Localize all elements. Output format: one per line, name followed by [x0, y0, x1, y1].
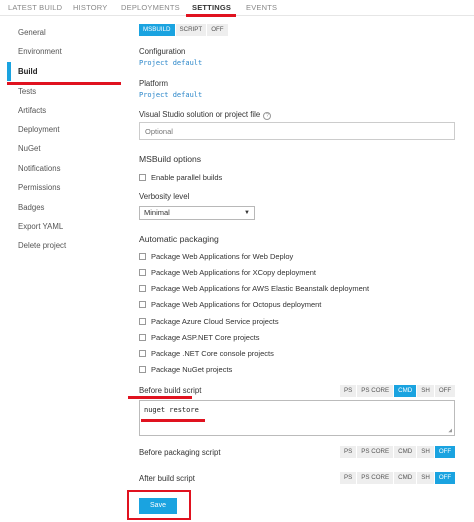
sidebar-item-badges[interactable]: Badges	[18, 203, 44, 212]
sidebar-active-indicator	[7, 62, 11, 81]
build-mode-script[interactable]: SCRIPT	[175, 24, 207, 36]
packaging-option[interactable]: Package .NET Core console projects	[139, 349, 274, 358]
platform-label: Platform	[139, 79, 169, 88]
packaging-option-label: Package ASP.NET Core projects	[151, 333, 260, 342]
packaging-option-label: Package Web Applications for Web Deploy	[151, 252, 294, 261]
packaging-option[interactable]: Package ASP.NET Core projects	[139, 333, 260, 342]
save-button[interactable]: Save	[139, 498, 177, 514]
parallel-builds-option[interactable]: Enable parallel builds	[139, 173, 222, 182]
before-packaging-script-label: Before packaging script	[139, 448, 221, 457]
sidebar-item-artifacts[interactable]: Artifacts	[18, 106, 46, 115]
platform-value[interactable]: Project default	[139, 91, 202, 99]
packaging-checkbox[interactable]	[139, 253, 146, 260]
packaging-option-label: Package Web Applications for XCopy deplo…	[151, 268, 316, 277]
packaging-option-label: Package Azure Cloud Service projects	[151, 317, 279, 326]
configuration-value[interactable]: Project default	[139, 59, 202, 67]
before-packaging-sh[interactable]: SH	[417, 446, 434, 458]
sidebar-item-tests[interactable]: Tests	[18, 87, 36, 96]
automatic-packaging-heading: Automatic packaging	[139, 234, 219, 244]
before-build-label-highlight	[128, 396, 192, 399]
after-build-sh[interactable]: SH	[417, 472, 434, 484]
settings-tab-highlight	[186, 14, 236, 17]
build-mode-off[interactable]: OFF	[207, 24, 228, 36]
sidebar-item-build[interactable]: Build	[18, 67, 38, 76]
msbuild-options-heading: MSBuild options	[139, 154, 202, 164]
question-circle-icon: ?	[263, 112, 272, 120]
verbosity-label: Verbosity level	[139, 192, 190, 201]
before-build-script-selector: PS PS CORE CMD SH OFF	[340, 385, 456, 397]
solution-label: Visual Studio solution or project file?	[139, 110, 272, 120]
after-build-cmd[interactable]: CMD	[394, 472, 417, 484]
packaging-option-label: Package Web Applications for Octopus dep…	[151, 300, 322, 309]
sidebar-item-delete-project[interactable]: Delete project	[18, 241, 66, 250]
packaging-option[interactable]: Package Azure Cloud Service projects	[139, 317, 279, 326]
parallel-builds-label: Enable parallel builds	[151, 173, 223, 182]
sidebar-item-environment[interactable]: Environment	[18, 47, 62, 56]
packaging-option[interactable]: Package Web Applications for XCopy deplo…	[139, 268, 316, 277]
packaging-checkbox[interactable]	[139, 269, 146, 276]
before-packaging-ps-core[interactable]: PS CORE	[357, 446, 394, 458]
after-build-off[interactable]: OFF	[434, 472, 456, 484]
before-build-sh[interactable]: SH	[417, 385, 434, 397]
sidebar-item-deployment[interactable]: Deployment	[18, 125, 60, 134]
top-tabs: LATEST BUILD HISTORY DEPLOYMENTS SETTING…	[0, 0, 474, 16]
packaging-option[interactable]: Package Web Applications for Octopus dep…	[139, 300, 321, 309]
after-build-script-label: After build script	[139, 474, 195, 483]
packaging-checkbox[interactable]	[139, 318, 146, 325]
tab-deployments[interactable]: DEPLOYMENTS	[121, 3, 180, 12]
after-build-ps[interactable]: PS	[340, 472, 357, 484]
before-build-off[interactable]: OFF	[434, 385, 456, 397]
packaging-option-label: Package .NET Core console projects	[151, 349, 274, 358]
resize-handle-icon[interactable]: ◢	[448, 427, 452, 434]
before-build-script-label: Before build script	[139, 386, 202, 395]
sidebar-item-nuget[interactable]: NuGet	[18, 144, 41, 153]
packaging-option[interactable]: Package Web Applications for AWS Elastic…	[139, 284, 369, 293]
caret-down-icon: ▼	[244, 210, 250, 216]
before-build-script-editor[interactable]: nuget restore ◢	[139, 400, 455, 436]
script-text-highlight	[141, 419, 205, 422]
sidebar-item-general[interactable]: General	[18, 28, 46, 37]
after-build-ps-core[interactable]: PS CORE	[357, 472, 394, 484]
build-item-highlight	[7, 82, 121, 85]
tab-events[interactable]: EVENTS	[246, 3, 277, 12]
packaging-checkbox[interactable]	[139, 334, 146, 341]
tab-latest-build[interactable]: LATEST BUILD	[8, 3, 62, 12]
packaging-checkbox[interactable]	[139, 366, 146, 373]
packaging-option-label: Package Web Applications for AWS Elastic…	[151, 284, 370, 293]
solution-input[interactable]	[139, 122, 455, 140]
before-packaging-script-selector: PS PS CORE CMD SH OFF	[340, 446, 456, 458]
tab-history[interactable]: HISTORY	[73, 3, 107, 12]
sidebar-item-export-yaml[interactable]: Export YAML	[18, 222, 63, 231]
before-packaging-cmd[interactable]: CMD	[394, 446, 417, 458]
verbosity-value: Minimal	[144, 208, 170, 217]
packaging-checkbox[interactable]	[139, 301, 146, 308]
tab-settings[interactable]: SETTINGS	[192, 3, 231, 12]
packaging-option[interactable]: Package Web Applications for Web Deploy	[139, 252, 293, 261]
before-packaging-ps[interactable]: PS	[340, 446, 357, 458]
before-build-ps-core[interactable]: PS CORE	[357, 385, 394, 397]
verbosity-select[interactable]: Minimal ▼	[139, 206, 255, 220]
before-build-cmd[interactable]: CMD	[394, 385, 417, 397]
after-build-script-selector: PS PS CORE CMD SH OFF	[340, 472, 456, 484]
configuration-label: Configuration	[139, 47, 186, 56]
build-mode-msbuild[interactable]: MSBUILD	[139, 24, 175, 36]
sidebar-item-permissions[interactable]: Permissions	[18, 183, 60, 192]
packaging-checkbox[interactable]	[139, 350, 146, 357]
packaging-option[interactable]: Package NuGet projects	[139, 365, 232, 374]
parallel-builds-checkbox[interactable]	[139, 174, 146, 181]
packaging-checkbox[interactable]	[139, 285, 146, 292]
before-build-ps[interactable]: PS	[340, 385, 357, 397]
build-mode-selector: MSBUILD SCRIPT OFF	[139, 24, 229, 36]
before-packaging-off[interactable]: OFF	[434, 446, 456, 458]
sidebar-item-notifications[interactable]: Notifications	[18, 164, 60, 173]
before-build-script-text: nuget restore	[144, 406, 199, 414]
packaging-option-label: Package NuGet projects	[151, 365, 233, 374]
